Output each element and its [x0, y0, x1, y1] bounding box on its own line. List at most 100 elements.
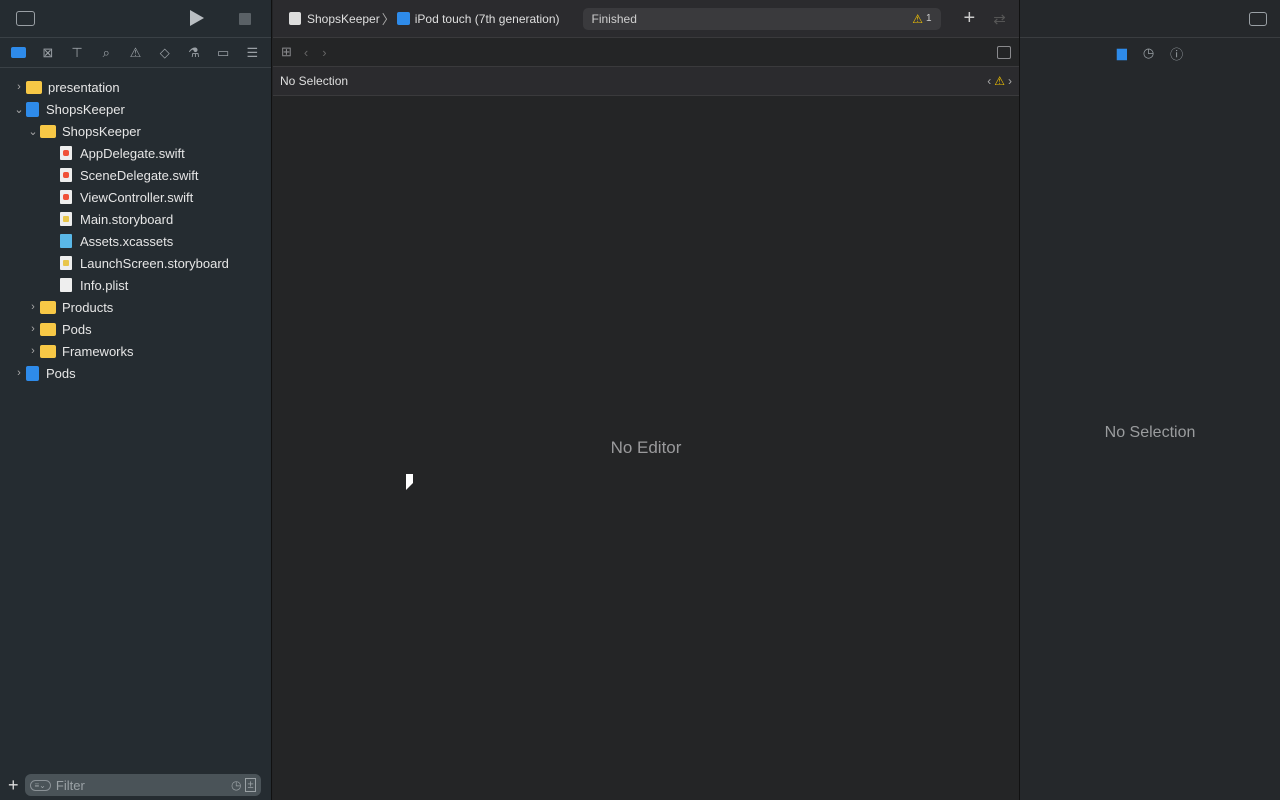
tree-item-label: presentation: [48, 79, 120, 95]
filter-options-icon[interactable]: ≡⌄: [29, 779, 51, 791]
editor-tabbar: ⊞ ‹ ›: [273, 37, 1019, 67]
related-items-grid-icon[interactable]: ⊞: [281, 44, 292, 60]
jump-bar-path[interactable]: No Selection: [280, 74, 987, 88]
next-issue-icon[interactable]: ›: [1008, 74, 1012, 88]
filter-input[interactable]: ≡⌄ Filter ◷ ±: [24, 774, 261, 796]
no-selection-label: No Selection: [1104, 424, 1196, 441]
swift-file-icon: [60, 168, 72, 182]
tree-item-label: Products: [62, 299, 114, 315]
file-inspector-icon[interactable]: ▆: [1117, 45, 1127, 61]
folder-icon: [40, 124, 56, 138]
inspector-panel: ▆ ◷ ⓘ No Selection: [1019, 0, 1280, 800]
project-icon: [26, 101, 39, 117]
chevron-down-icon[interactable]: ⌄: [12, 103, 26, 116]
navigator-tabs: ⊠ ⊤ ⌕ ⚠ ◇ ⚗ ▭ ☰: [0, 37, 271, 68]
stop-button[interactable]: [239, 13, 251, 25]
hierarchy-icon[interactable]: ⊤: [67, 43, 87, 63]
asset-catalog-icon: [60, 234, 72, 248]
project-icon: [26, 365, 39, 381]
previous-issue-icon[interactable]: ‹: [987, 74, 991, 88]
no-editor-label: No Editor: [610, 438, 682, 457]
tree-item[interactable]: ViewController.swift: [0, 186, 271, 208]
forward-icon[interactable]: ›: [322, 45, 326, 60]
tree-item-label: Frameworks: [62, 343, 134, 359]
chevron-right-icon[interactable]: ›: [26, 301, 40, 313]
activity-status: Finished ⚠ 1: [582, 7, 941, 30]
tree-item-label: ViewController.swift: [80, 189, 194, 205]
source-control-icon[interactable]: ⊠: [38, 43, 58, 63]
sidebar-toggle-icon[interactable]: [16, 11, 35, 26]
warning-count[interactable]: 1: [926, 13, 932, 24]
add-library-icon[interactable]: +: [964, 7, 976, 30]
tree-item[interactable]: ⌄ ShopsKeeper: [0, 98, 271, 120]
simulator-icon: [396, 12, 410, 25]
tree-item-label: AppDelegate.swift: [80, 145, 185, 161]
history-inspector-icon[interactable]: ◷: [1143, 45, 1154, 61]
tree-item-label: LaunchScreen.storyboard: [80, 255, 229, 271]
inspector-toggle-icon[interactable]: [1249, 12, 1267, 26]
folder-icon[interactable]: [9, 43, 29, 63]
add-editor-icon[interactable]: [997, 45, 1011, 59]
editor-area: ⊞ ‹ › No Selection ‹ ⚠ › No Editor: [273, 37, 1019, 800]
tree-item[interactable]: AppDelegate.swift: [0, 142, 271, 164]
breakpoint-tag-icon[interactable]: ▭: [213, 43, 233, 63]
tree-item[interactable]: Main.storyboard: [0, 208, 271, 230]
folder-icon: [40, 344, 56, 358]
device-selector[interactable]: iPod touch (7th generation): [415, 12, 560, 26]
warning-icon[interactable]: ⚠: [994, 74, 1005, 88]
filter-placeholder: Filter: [55, 777, 85, 793]
tree-item[interactable]: › Pods: [0, 318, 271, 340]
tree-item[interactable]: SceneDelegate.swift: [0, 164, 271, 186]
chevron-right-icon[interactable]: ›: [12, 367, 26, 379]
jump-bar: No Selection ‹ ⚠ ›: [273, 67, 1019, 96]
tree-item-label: Pods: [46, 365, 76, 381]
tree-item[interactable]: › Products: [0, 296, 271, 318]
report-icon[interactable]: ☰: [242, 43, 262, 63]
toolbar: ShopsKeeper 〉 iPod touch (7th generation…: [273, 0, 1019, 37]
plist-file-icon: [60, 278, 72, 292]
warning-icon[interactable]: ⚠: [912, 12, 923, 26]
folder-icon: [26, 80, 42, 94]
search-icon[interactable]: ⌕: [96, 43, 116, 63]
chevron-right-icon[interactable]: ›: [26, 345, 40, 357]
tree-item-label: Assets.xcassets: [80, 233, 174, 249]
app-icon: [289, 12, 301, 25]
swift-file-icon: [60, 146, 72, 160]
chevron-right-icon: 〉: [381, 12, 395, 27]
debug-spray-icon[interactable]: ⚗: [184, 43, 204, 63]
tree-item-label: Info.plist: [80, 277, 129, 293]
tree-item[interactable]: ⌄ ShopsKeeper: [0, 120, 271, 142]
chevron-right-icon[interactable]: ›: [12, 81, 26, 93]
folder-icon: [40, 322, 56, 336]
quick-help-icon[interactable]: ⓘ: [1170, 44, 1183, 63]
warning-icon[interactable]: ⚠: [125, 43, 145, 63]
tree-item[interactable]: Assets.xcassets: [0, 230, 271, 252]
navigator-sidebar: ⊠ ⊤ ⌕ ⚠ ◇ ⚗ ▭ ☰ › presentation ⌄ ShopsKeepe…: [0, 0, 272, 800]
scm-filter-icon[interactable]: ±: [245, 778, 256, 792]
chevron-down-icon[interactable]: ⌄: [26, 125, 40, 138]
back-icon[interactable]: ‹: [304, 45, 308, 60]
mouse-cursor-icon: [406, 474, 413, 490]
chevron-right-icon[interactable]: ›: [26, 323, 40, 335]
tree-item[interactable]: › presentation: [0, 76, 271, 98]
swift-file-icon: [60, 190, 72, 204]
tree-item[interactable]: Info.plist: [0, 274, 271, 296]
status-text: Finished: [591, 11, 637, 26]
run-button[interactable]: [190, 10, 204, 26]
tree-item-label: ShopsKeeper: [62, 123, 141, 139]
file-tree: › presentation ⌄ ShopsKeeper ⌄ ShopsKeeper App…: [0, 68, 271, 384]
tree-item[interactable]: LaunchScreen.storyboard: [0, 252, 271, 274]
scheme-selector[interactable]: ShopsKeeper: [307, 12, 380, 26]
tree-item[interactable]: › Pods: [0, 362, 271, 384]
tree-item-label: SceneDelegate.swift: [80, 167, 199, 183]
diamond-icon[interactable]: ◇: [155, 43, 175, 63]
storyboard-file-icon: [60, 212, 72, 226]
code-review-icon[interactable]: ⇄: [993, 10, 1006, 28]
recent-clock-icon[interactable]: ◷: [231, 778, 241, 792]
tree-item-label: Pods: [62, 321, 92, 337]
add-icon[interactable]: +: [8, 775, 19, 796]
tree-item[interactable]: › Frameworks: [0, 340, 271, 362]
storyboard-file-icon: [60, 256, 72, 270]
tree-item-label: Main.storyboard: [80, 211, 174, 227]
tree-item-label: ShopsKeeper: [46, 101, 125, 117]
